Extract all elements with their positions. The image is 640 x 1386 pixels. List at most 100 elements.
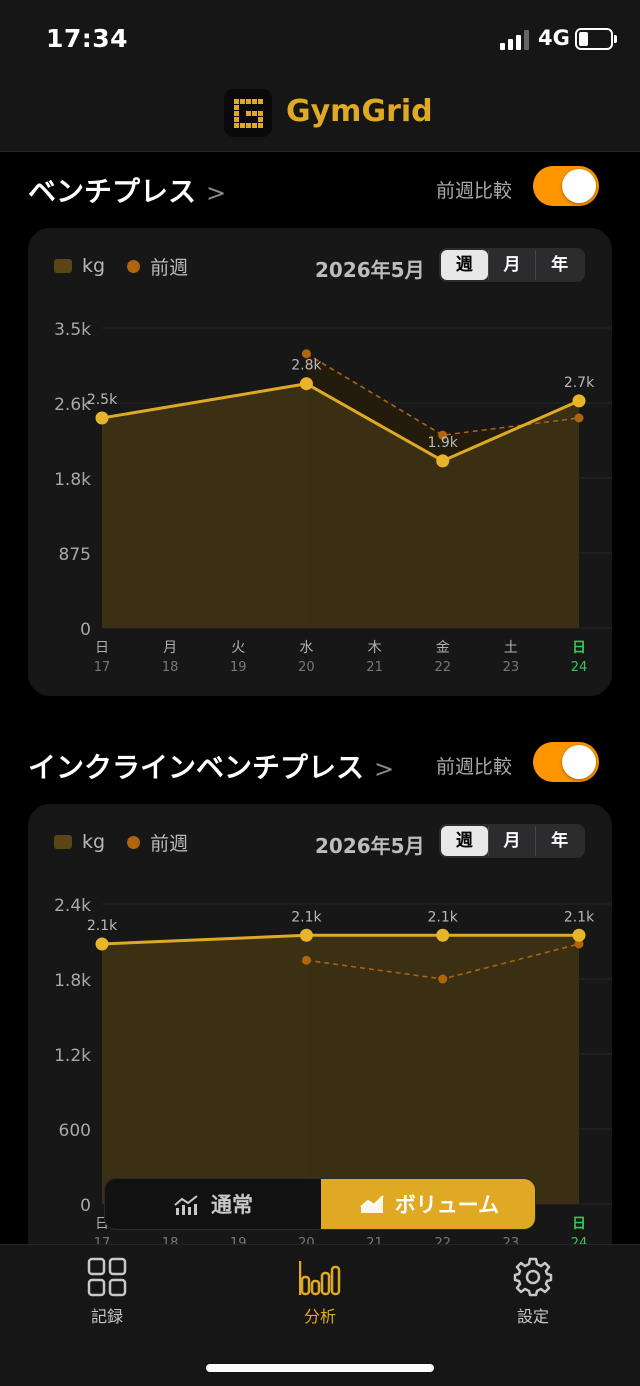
chart-card-bench-press: 0 875 1.8k 2.6k 3.5k 2.5k 2.8k 1.9k 2.7k 日 17 月 18 火 1… (28, 228, 612, 696)
segment-week[interactable]: 週 (441, 826, 488, 856)
status-time: 17:34 (46, 24, 129, 53)
y-tick-label: 1.8k (54, 971, 91, 991)
chart-legend: kg 前週 (54, 830, 189, 855)
chart-mode-switch: 通常 ボリューム (104, 1178, 536, 1230)
mode-volume-label: ボリューム (394, 1193, 500, 1217)
period-date: 2026年5月 (315, 258, 425, 282)
legend-kg-swatch (54, 835, 72, 849)
data-label: 2.1k (564, 909, 595, 925)
legend-prev-label: 前週 (150, 256, 189, 279)
tab-analysis-label: 分析 (303, 1307, 336, 1326)
gear-icon (513, 1257, 553, 1297)
legend-kg-label: kg (82, 255, 106, 277)
x-day-label: 木 (368, 640, 382, 656)
y-tick-label: 2.4k (54, 896, 91, 916)
tab-settings[interactable]: 設定 (473, 1257, 593, 1327)
x-date-label: 18 (162, 660, 179, 675)
x-day-label: 金 (436, 640, 450, 656)
bar-chart-icon (299, 1261, 341, 1296)
app-logo-icon (224, 89, 272, 137)
y-tick-label: 0 (80, 620, 91, 640)
x-date-label: 21 (366, 660, 383, 675)
network-label: 4G (538, 26, 570, 50)
period-segmented-control: 週 月 年 (439, 824, 585, 858)
y-tick-label: 600 (59, 1121, 91, 1141)
compare-label: 前週比較 (436, 180, 513, 202)
current-week-point (572, 394, 586, 408)
volume-chart: 0 875 1.8k 2.6k 3.5k 2.5k 2.8k 1.9k 2.7k 日 17 月 18 火 1… (54, 320, 612, 675)
legend-prev-swatch (127, 259, 141, 273)
data-label: 2.5k (87, 392, 118, 408)
app-title: GymGrid (286, 94, 433, 129)
x-date-label: 22 (434, 660, 451, 675)
x-date-label: 24 (571, 660, 588, 675)
app-header: GymGrid (0, 80, 640, 152)
section-header-bench-press: ベンチプレス > 前週比較 (0, 158, 640, 218)
current-week-point (299, 928, 313, 942)
data-label: 2.1k (428, 909, 459, 925)
x-day-label: 火 (231, 640, 245, 656)
x-date-label: 17 (94, 660, 111, 675)
current-week-point (436, 454, 450, 468)
x-day-label: 日 (572, 1216, 586, 1232)
signal-icon (500, 30, 529, 50)
x-date-label: 20 (298, 660, 315, 675)
tab-settings-label: 設定 (516, 1307, 549, 1326)
status-bar: 17:34 4G (0, 0, 640, 80)
tab-analysis[interactable]: 分析 (260, 1257, 380, 1327)
y-tick-label: 1.8k (54, 470, 91, 490)
data-label: 2.8k (291, 358, 322, 374)
normal-chart-icon (174, 1195, 198, 1215)
y-tick-label: 2.6k (54, 395, 91, 415)
x-date-label: 23 (503, 660, 520, 675)
battery-tip (614, 35, 617, 43)
legend-prev-swatch (127, 835, 141, 849)
home-indicator (206, 1364, 434, 1372)
current-week-point (95, 937, 109, 951)
segment-month[interactable]: 月 (487, 826, 536, 856)
current-week-point (572, 928, 586, 942)
battery-icon (575, 28, 613, 50)
segment-month[interactable]: 月 (487, 250, 536, 280)
data-label: 2.7k (564, 375, 595, 391)
tab-records-label: 記録 (90, 1307, 123, 1326)
x-date-label: 19 (230, 660, 247, 675)
chart-legend: kg 前週 (54, 254, 189, 279)
compare-toggle[interactable] (533, 166, 599, 206)
chevron-right-icon: > (374, 755, 395, 783)
y-tick-label: 0 (80, 1196, 91, 1216)
data-label: 2.1k (87, 918, 118, 934)
segment-week[interactable]: 週 (441, 250, 488, 280)
mode-normal-button[interactable]: 通常 (105, 1179, 321, 1229)
period-segmented-control: 週 月 年 (439, 248, 585, 282)
x-day-label: 日 (95, 640, 109, 656)
data-label: 1.9k (428, 435, 459, 451)
prev-week-point (574, 413, 584, 423)
current-week-point (95, 411, 109, 425)
x-day-label: 日 (572, 640, 586, 656)
exercise-title-link[interactable]: ベンチプレス > (28, 170, 226, 210)
chevron-right-icon: > (206, 179, 227, 207)
exercise-title-link[interactable]: インクラインベンチプレス > (28, 746, 394, 786)
compare-label: 前週比較 (436, 756, 513, 778)
x-day-label: 水 (299, 640, 313, 656)
grid-icon (87, 1257, 127, 1297)
data-label: 2.1k (291, 909, 322, 925)
prev-week-point (438, 974, 448, 984)
mode-normal-label: 通常 (211, 1193, 253, 1217)
x-day-label: 月 (163, 640, 177, 656)
y-tick-label: 1.2k (54, 1046, 91, 1066)
segment-year[interactable]: 年 (535, 250, 583, 280)
current-week-point (436, 928, 450, 942)
segment-year[interactable]: 年 (535, 826, 583, 856)
mode-volume-button[interactable]: ボリューム (321, 1179, 535, 1229)
period-date: 2026年5月 (315, 834, 425, 858)
y-tick-label: 875 (59, 545, 91, 565)
area-chart-icon (360, 1195, 384, 1213)
legend-kg-label: kg (82, 831, 106, 853)
current-week-point (299, 377, 313, 391)
compare-toggle[interactable] (533, 742, 599, 782)
tab-records[interactable]: 記録 (47, 1257, 167, 1327)
section-header-incline-bench-press: インクラインベンチプレス > 前週比較 (0, 734, 640, 794)
legend-prev-label: 前週 (150, 832, 189, 855)
